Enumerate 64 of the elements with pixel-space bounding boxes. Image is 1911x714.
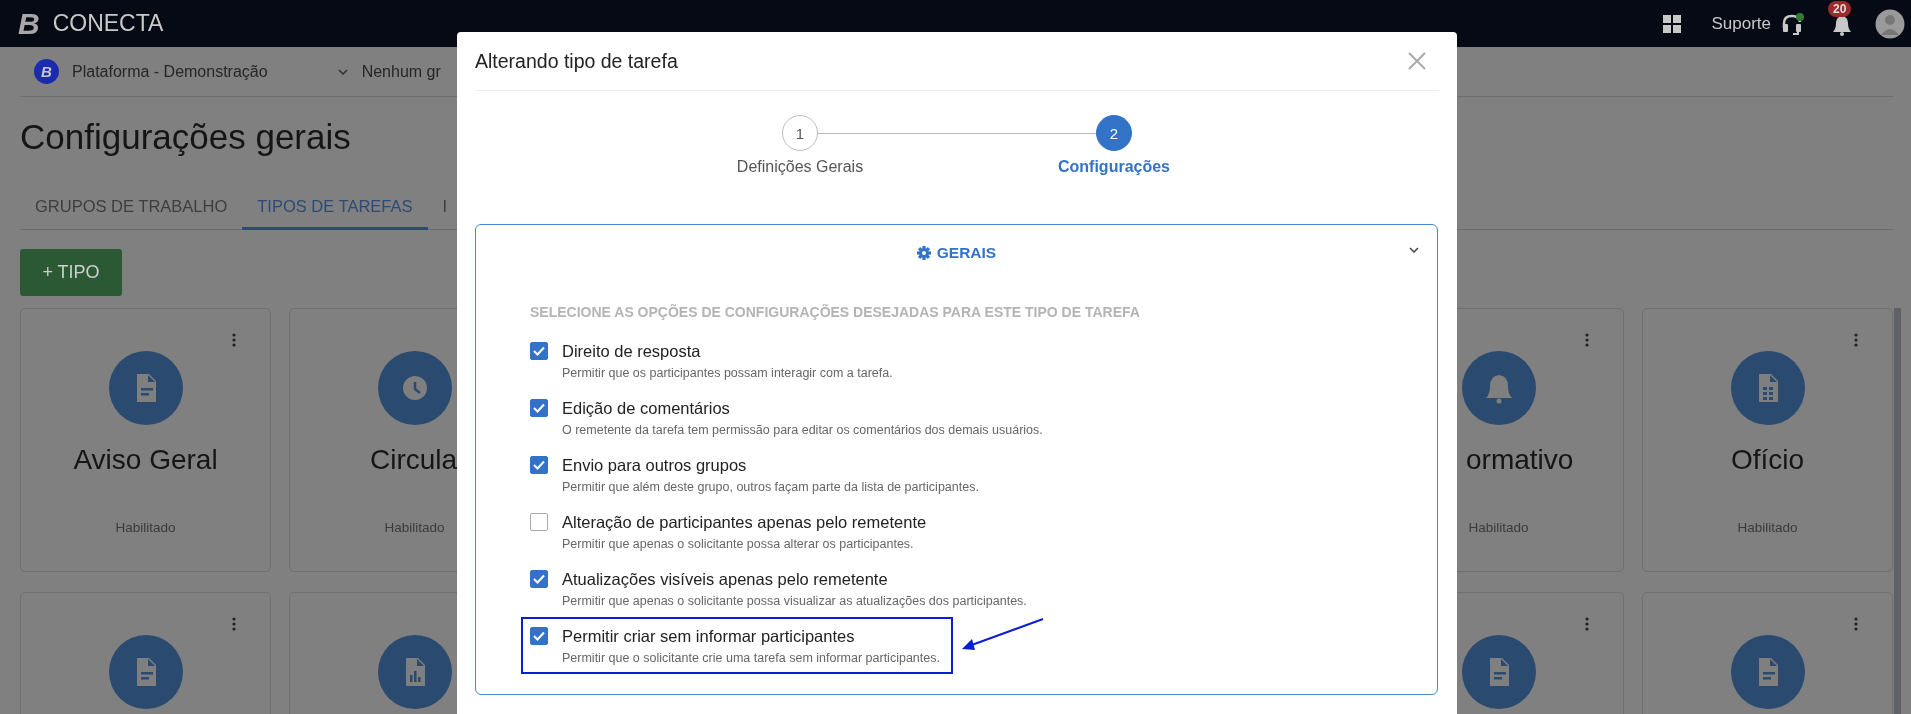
more-options-icon[interactable]	[1854, 617, 1858, 631]
card-title: ormativo	[1465, 444, 1575, 477]
step-indicator: 1	[782, 115, 818, 151]
bell-icon	[1461, 351, 1536, 425]
spreadsheet-icon	[1730, 351, 1805, 425]
option-label: Alteração de participantes apenas pelo remetente	[562, 512, 927, 532]
section-title[interactable]: GERAIS	[936, 243, 997, 262]
step-label: Configurações	[1058, 158, 1170, 176]
logo-letter: B	[18, 6, 40, 41]
checkbox[interactable]	[530, 456, 548, 474]
checkbox[interactable]	[530, 627, 548, 645]
clock-icon	[377, 351, 452, 425]
card-title: Aviso Geral	[72, 444, 219, 477]
status-label: Habilitado	[1737, 520, 1798, 535]
status-label: Habilitado	[1468, 520, 1529, 535]
chart-document-icon	[377, 635, 452, 709]
more-options-icon[interactable]	[232, 333, 236, 347]
apps-grid-icon[interactable]	[1663, 14, 1682, 33]
more-options-icon[interactable]	[1585, 617, 1589, 631]
document-icon	[108, 635, 183, 709]
option-label: Edição de comentários	[562, 398, 730, 418]
checkbox[interactable]	[530, 570, 548, 588]
status-label: Habilitado	[115, 520, 176, 535]
task-type-card[interactable]: Ofício Habilitado	[1642, 308, 1893, 572]
status-label: Habilitado	[384, 520, 445, 535]
checkbox[interactable]	[530, 342, 548, 360]
dialog-title: Alterando tipo de tarefa	[475, 49, 678, 73]
more-options-icon[interactable]	[1854, 333, 1858, 347]
option-description: Permitir que apenas o solicitante possa visualizar as atualizações dos participantes.	[562, 594, 1027, 608]
card-title: Ofício	[1729, 444, 1806, 477]
checkbox[interactable]	[530, 513, 548, 531]
platform-selector[interactable]: Plataforma - Demonstração	[72, 62, 268, 81]
option-label: Permitir criar sem informar participantes	[562, 626, 855, 646]
page-title: Configurações gerais	[20, 116, 351, 158]
document-icon	[1461, 635, 1536, 709]
card-title: Circula	[369, 444, 459, 477]
headset-icon[interactable]	[1781, 11, 1805, 36]
task-type-card[interactable]: Aviso Geral Habilitado	[20, 308, 271, 572]
group-selector[interactable]: Nenhum gr	[361, 62, 441, 81]
chevron-down-icon[interactable]	[1409, 247, 1419, 253]
more-options-icon[interactable]	[1585, 333, 1589, 347]
document-icon	[108, 351, 183, 425]
option-description: O remetente da tarefa tem permissão para editar os comentários dos demais usuários.	[562, 423, 1043, 437]
avatar-icon[interactable]	[1875, 8, 1905, 39]
option-description: Permitir que os participantes possam interagir com a tarefa.	[562, 366, 893, 380]
add-type-button[interactable]: + TIPO	[20, 249, 122, 296]
option-description: Permitir que além deste grupo, outros façam parte da lista de participantes.	[562, 480, 979, 494]
more-options-icon[interactable]	[232, 617, 236, 631]
scrollbar[interactable]	[1894, 308, 1901, 714]
option-label: Direito de resposta	[562, 341, 701, 361]
option-label: Atualizações visíveis apenas pelo remetente	[562, 569, 888, 589]
option-description: Permitir que apenas o solicitante possa alterar os participantes.	[562, 537, 915, 551]
notification-badge: 20	[1828, 0, 1852, 17]
document-icon	[1730, 635, 1805, 709]
support-link[interactable]: Suporte	[1711, 13, 1771, 34]
step-indicator: 2	[1096, 115, 1132, 151]
logo-letter: B	[41, 63, 52, 80]
gear-icon	[916, 245, 931, 260]
checkbox[interactable]	[530, 399, 548, 417]
option-label: Envio para outros grupos	[562, 455, 747, 475]
tab[interactable]: GRUPOS DE TRABALHO	[20, 185, 243, 230]
step-label: Definições Gerais	[736, 158, 864, 176]
brand-name: CONECTA	[52, 10, 164, 37]
option-description: Permitir que o solicitante crie uma tarefa sem informar participantes.	[562, 651, 940, 665]
